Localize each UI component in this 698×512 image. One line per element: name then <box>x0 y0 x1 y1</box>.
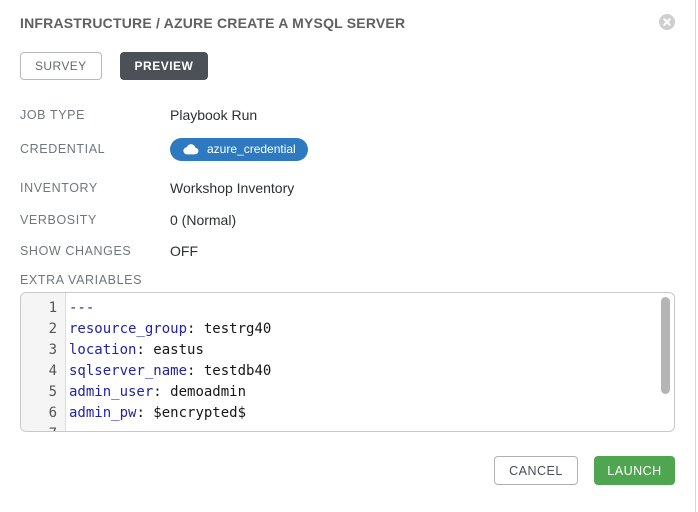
code-lines: 1 --- 2 resource_group: testrg40 3 locat… <box>21 293 674 432</box>
cancel-button[interactable]: CANCEL <box>494 456 578 485</box>
code-text <box>65 424 69 432</box>
job-type-value: Playbook Run <box>170 107 257 123</box>
code-line: 6 admin_pw: $encrypted$ <box>21 403 674 424</box>
modal-content: INFRASTRUCTURE / AZURE CREATE A MYSQL SE… <box>0 0 698 485</box>
code-line: 1 --- <box>21 298 674 319</box>
close-icon[interactable] <box>659 14 675 30</box>
code-text: admin_user: demoadmin <box>65 382 246 403</box>
line-number: 4 <box>21 361 65 382</box>
code-line: 3 location: eastus <box>21 340 674 361</box>
credential-badge[interactable]: azure_credential <box>170 138 308 161</box>
line-number: 5 <box>21 382 65 403</box>
tab-survey[interactable]: SURVEY <box>20 52 102 80</box>
modal-footer: CANCEL LAUNCH <box>20 456 675 485</box>
code-text: sqlserver_name: testdb40 <box>65 361 271 382</box>
launch-button[interactable]: LAUNCH <box>594 456 675 485</box>
modal-header: INFRASTRUCTURE / AZURE CREATE A MYSQL SE… <box>20 0 675 31</box>
inventory-row: INVENTORY Workshop Inventory <box>20 178 675 198</box>
line-number: 6 <box>21 403 65 424</box>
line-number: 1 <box>21 298 65 319</box>
code-line: 7 <box>21 424 674 432</box>
cloud-icon <box>182 143 199 155</box>
job-type-label: JOB TYPE <box>20 108 170 122</box>
line-number: 3 <box>21 340 65 361</box>
verbosity-label: VERBOSITY <box>20 213 170 227</box>
job-type-row: JOB TYPE Playbook Run <box>20 105 675 125</box>
verbosity-row: VERBOSITY 0 (Normal) <box>20 209 675 230</box>
show-changes-value: OFF <box>170 243 198 259</box>
job-details: JOB TYPE Playbook Run CREDENTIAL azure_c… <box>20 105 675 261</box>
show-changes-label: SHOW CHANGES <box>20 244 170 258</box>
show-changes-row: SHOW CHANGES OFF <box>20 240 675 261</box>
code-text: admin_pw: $encrypted$ <box>65 403 246 424</box>
extra-variables-editor[interactable]: 1 --- 2 resource_group: testrg40 3 locat… <box>20 292 675 432</box>
tab-bar: SURVEY PREVIEW <box>20 52 675 80</box>
code-text: location: eastus <box>65 340 204 361</box>
line-number: 7 <box>21 424 65 432</box>
launch-preview-modal: INFRASTRUCTURE / AZURE CREATE A MYSQL SE… <box>0 0 698 512</box>
editor-scrollbar[interactable] <box>661 297 670 394</box>
inventory-label: INVENTORY <box>20 181 170 195</box>
inventory-value: Workshop Inventory <box>170 180 294 196</box>
credential-name: azure_credential <box>207 142 296 156</box>
credential-row: CREDENTIAL azure_credential <box>20 137 675 161</box>
code-line: 2 resource_group: testrg40 <box>21 319 674 340</box>
page-title: INFRASTRUCTURE / AZURE CREATE A MYSQL SE… <box>20 15 405 31</box>
verbosity-value: 0 (Normal) <box>170 212 236 228</box>
code-text: resource_group: testrg40 <box>65 319 271 340</box>
code-line: 5 admin_user: demoadmin <box>21 382 674 403</box>
tab-preview[interactable]: PREVIEW <box>120 52 209 80</box>
credential-label: CREDENTIAL <box>20 142 170 156</box>
modal-right-border <box>695 0 696 512</box>
extra-variables-label: EXTRA VARIABLES <box>20 273 675 287</box>
code-line: 4 sqlserver_name: testdb40 <box>21 361 674 382</box>
code-text: --- <box>65 298 94 319</box>
line-number: 2 <box>21 319 65 340</box>
